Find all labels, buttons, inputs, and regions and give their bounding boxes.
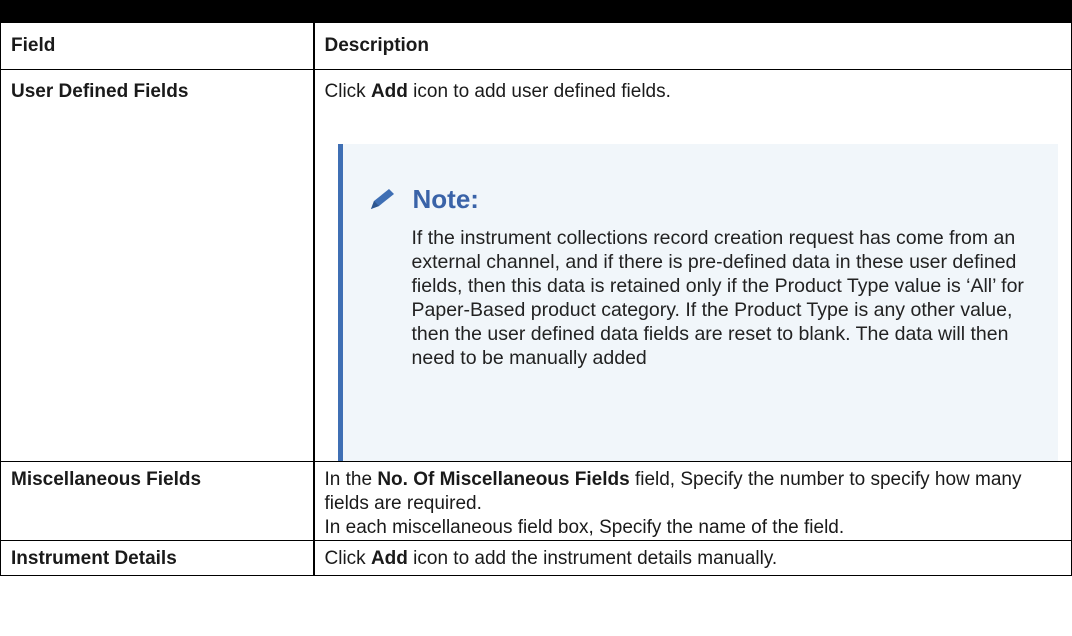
add-keyword: Add — [370, 81, 408, 102]
top-rule — [0, 0, 1072, 22]
description-text-line2: In each miscellaneous field box, Specify… — [324, 517, 845, 538]
table-row: Miscellaneous Fields In the No. Of Misce… — [0, 461, 1072, 541]
table-row: User Defined Fields Click Add icon to ad… — [0, 69, 1072, 462]
header-description: Description — [312, 22, 1072, 70]
field-name-user-defined-fields: User Defined Fields — [0, 69, 314, 462]
header-field: Field — [0, 22, 314, 70]
description-user-defined-fields: Click Add icon to add user defined field… — [312, 69, 1072, 462]
description-instrument-details: Click Add icon to add the instrument det… — [312, 540, 1072, 576]
description-text: In the — [324, 469, 378, 490]
description-text: icon to add the instrument details manua… — [407, 548, 778, 569]
add-keyword: Add — [370, 548, 408, 569]
field-name-instrument-details: Instrument Details — [0, 540, 314, 576]
description-miscellaneous-fields: In the No. Of Miscellaneous Fields field… — [312, 461, 1072, 541]
note-title: Note: — [412, 184, 479, 214]
description-text: icon to add user defined fields. — [407, 81, 671, 102]
pencil-icon — [367, 186, 399, 212]
misc-fields-keyword: No. Of Miscellaneous Fields — [377, 469, 630, 490]
note-header: Note: — [367, 186, 1038, 212]
field-name-miscellaneous-fields: Miscellaneous Fields — [0, 461, 314, 541]
table-header-row: Field Description — [0, 22, 1072, 70]
description-text: Click — [324, 81, 371, 102]
table-row: Instrument Details Click Add icon to add… — [0, 540, 1072, 576]
note-body: If the instrument collections record cre… — [411, 227, 1024, 369]
description-text: Click — [324, 548, 371, 569]
note-callout: Note: If the instrument collections reco… — [337, 144, 1058, 461]
field-description-table: Field Description User Defined Fields Cl… — [0, 22, 1072, 576]
